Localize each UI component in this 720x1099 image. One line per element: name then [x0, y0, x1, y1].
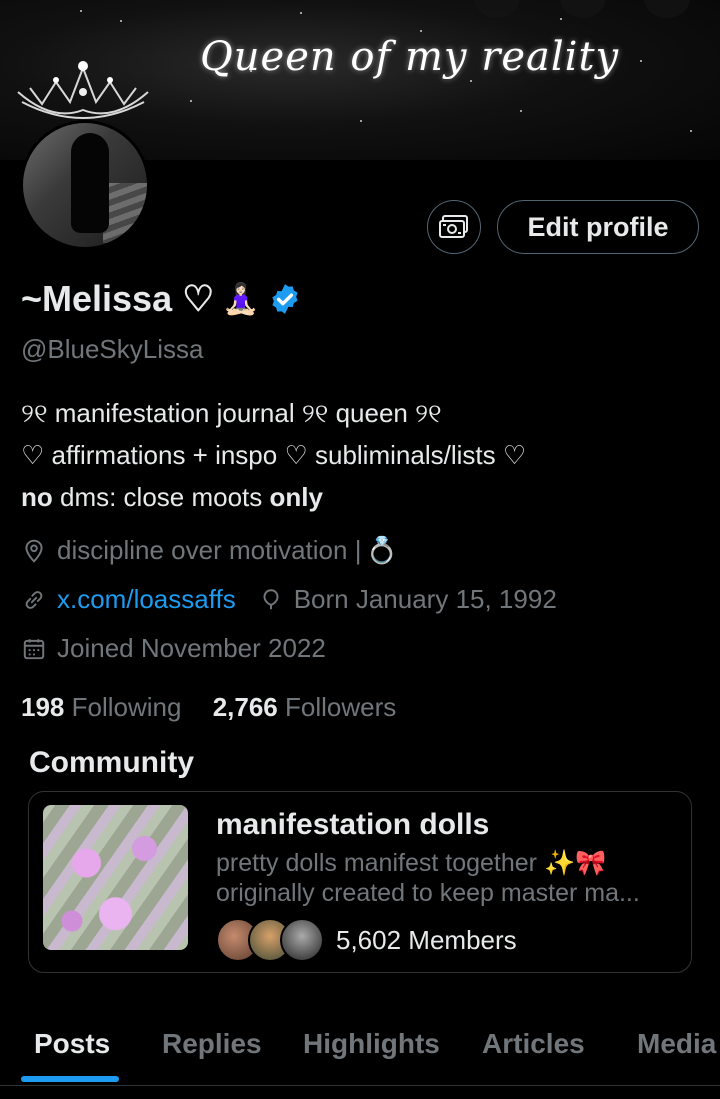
tab-articles[interactable]: Articles — [482, 1028, 585, 1060]
share-button[interactable] — [560, 0, 606, 18]
crown-icon — [17, 61, 149, 119]
meditation-emoji: 🧘🏻‍♀️ — [222, 282, 260, 316]
edit-profile-button[interactable]: Edit profile — [497, 200, 699, 254]
user-handle: @BlueSkyLissa — [21, 334, 204, 364]
verified-badge-icon[interactable] — [268, 282, 302, 316]
member-avatar — [280, 918, 324, 962]
profile-link[interactable]: x.com/loassaffs — [57, 584, 236, 615]
more-options-button[interactable] — [644, 0, 690, 18]
joined-date: Joined November 2022 — [57, 633, 326, 663]
members-count: 5,602 Members — [336, 924, 517, 955]
link-icon — [25, 590, 43, 609]
link-birthday-row: x.com/loassaffs Born January 15, 1992 — [21, 584, 557, 615]
money-icon — [439, 215, 468, 238]
following-link[interactable]: 198 Following — [21, 692, 181, 722]
banner-title: Queen of my reality — [200, 34, 620, 80]
balloon-icon — [263, 588, 279, 609]
community-card[interactable]: manifestation dolls pretty dolls manifes… — [28, 791, 692, 973]
tab-media[interactable]: Media — [637, 1028, 716, 1060]
calendar-icon — [23, 638, 45, 659]
monetization-button[interactable] — [427, 200, 481, 254]
community-image — [43, 805, 188, 950]
profile-tabs: Posts Replies Highlights Articles Media — [0, 1020, 720, 1082]
bio-line: ♡ affirmations + inspo ♡ subliminals/lis… — [21, 440, 527, 470]
tab-highlights[interactable]: Highlights — [303, 1028, 440, 1060]
community-section-title: Community — [29, 746, 194, 779]
search-button[interactable] — [474, 0, 520, 18]
community-name: manifestation dolls — [216, 808, 490, 841]
location-text: discipline over motivation | — [57, 535, 362, 565]
tab-replies[interactable]: Replies — [162, 1028, 262, 1060]
tab-posts[interactable]: Posts — [34, 1028, 110, 1060]
birthday-text: Born January 15, 1992 — [293, 584, 557, 614]
location-row: discipline over motivation | 💍 — [21, 535, 398, 566]
bio-line: no dms: close moots only — [21, 482, 323, 512]
ring-emoji: 💍 — [365, 535, 398, 565]
community-description: pretty dolls manifest together ✨🎀 origin… — [216, 849, 640, 907]
avatar[interactable] — [20, 120, 150, 250]
profile-bio: ୨୧ manifestation journal ୨୧ queen ୨୧ ♡ a… — [21, 392, 526, 518]
display-name: ~Melissa ♡ — [21, 278, 215, 319]
location-pin-icon — [25, 539, 43, 563]
joined-row: Joined November 2022 — [21, 633, 326, 664]
community-members: 5,602 Members — [216, 918, 517, 962]
active-tab-indicator — [21, 1076, 119, 1082]
bio-line: ୨୧ manifestation journal ୨୧ queen ୨୧ — [21, 398, 442, 428]
followers-link[interactable]: 2,766 Followers — [213, 692, 397, 722]
tabs-divider — [0, 1085, 720, 1086]
follow-stats: 198 Following 2,766 Followers — [21, 692, 396, 723]
